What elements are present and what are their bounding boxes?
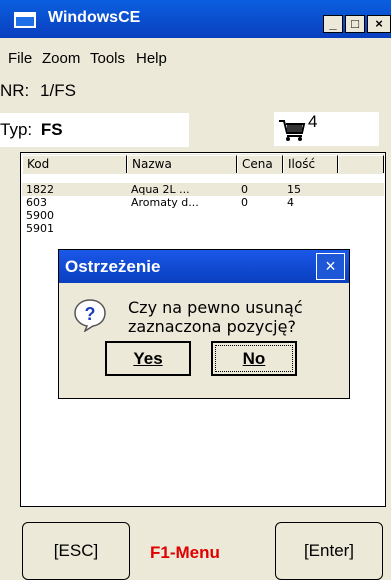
dialog-close-button[interactable]: × [316, 253, 345, 280]
dialog-message-line1: Czy na pewno usunąć [128, 298, 303, 317]
cell-nazwa: Aqua 2L ... [131, 183, 190, 196]
enter-button[interactable]: [Enter] [275, 522, 383, 580]
svg-text:?: ? [85, 304, 96, 324]
cart-box: 4 [274, 112, 379, 146]
yes-button-label: Yes [133, 349, 163, 368]
table-row[interactable]: 5901 [22, 222, 384, 235]
column-header-kod[interactable]: Kod [22, 155, 127, 173]
no-button-label: No [242, 349, 266, 368]
minimize-button[interactable]: _ [323, 15, 343, 33]
cell-ilosc: 4 [287, 196, 294, 209]
menu-zoom[interactable]: Zoom [42, 50, 80, 67]
cell-cena: 0 [241, 196, 248, 209]
nr-value: 1/FS [40, 81, 76, 100]
question-icon: ? [74, 299, 106, 332]
dialog-message-line2: zaznaczona pozycję? [128, 317, 296, 336]
window-title: WindowsCE [48, 9, 141, 26]
typ-value: FS [40, 120, 63, 139]
cell-nazwa: Aromaty d... [131, 196, 199, 209]
cell-kod: 5900 [26, 209, 54, 222]
f1-menu-label[interactable]: F1-Menu [150, 543, 220, 563]
close-button[interactable]: × [367, 15, 391, 33]
menu-file[interactable]: File [8, 50, 32, 67]
dialog-title-bar: Ostrzeżenie × [59, 250, 349, 283]
cell-kod: 5901 [26, 222, 54, 235]
typ-label: Typ: [0, 120, 33, 139]
column-header-ilosc[interactable]: Ilość [283, 155, 338, 173]
cart-icon [279, 120, 306, 141]
nr-row: NR: 1/FS [0, 73, 391, 109]
table-row[interactable]: 603 Aromaty d... 0 4 [22, 196, 384, 209]
cell-kod: 603 [26, 196, 47, 209]
yes-button[interactable]: Yes [105, 341, 191, 376]
cell-kod: 1822 [26, 183, 54, 196]
nr-field: NR: 1/FS [0, 81, 76, 101]
esc-button[interactable]: [ESC] [22, 522, 130, 580]
menu-tools[interactable]: Tools [90, 50, 125, 67]
cart-count: 4 [308, 112, 318, 131]
table-row[interactable]: 1822 Aqua 2L ... 0 15 [22, 183, 384, 196]
warning-dialog: Ostrzeżenie × ? Czy na pewno usunąć zazn… [58, 249, 350, 399]
column-header-empty [338, 155, 384, 173]
column-header-cena[interactable]: Cena [237, 155, 283, 173]
typ-text: Typ: FS [0, 120, 63, 140]
typ-field: Typ: FS [0, 113, 189, 147]
table-row[interactable]: 5900 [22, 209, 384, 222]
table-header: Kod Nazwa Cena Ilość [22, 154, 384, 174]
column-header-nazwa[interactable]: Nazwa [127, 155, 237, 173]
nr-label: NR: [0, 81, 30, 100]
dialog-title: Ostrzeżenie [65, 257, 161, 276]
dialog-message: Czy na pewno usunąć zaznaczona pozycję? [128, 298, 303, 336]
title-bar: WindowsCE _ □ × [0, 0, 391, 38]
bottom-bar: [ESC] F1-Menu [Enter] [0, 510, 391, 580]
no-button[interactable]: No [211, 341, 297, 376]
maximize-button[interactable]: □ [345, 15, 365, 33]
cell-ilosc: 15 [287, 183, 301, 196]
menu-help[interactable]: Help [136, 50, 167, 67]
menu-bar: File Zoom Tools Help [0, 43, 391, 73]
window-icon [14, 12, 36, 28]
cell-cena: 0 [241, 183, 248, 196]
app-window: WindowsCE _ □ × File Zoom Tools Help NR:… [0, 0, 391, 580]
